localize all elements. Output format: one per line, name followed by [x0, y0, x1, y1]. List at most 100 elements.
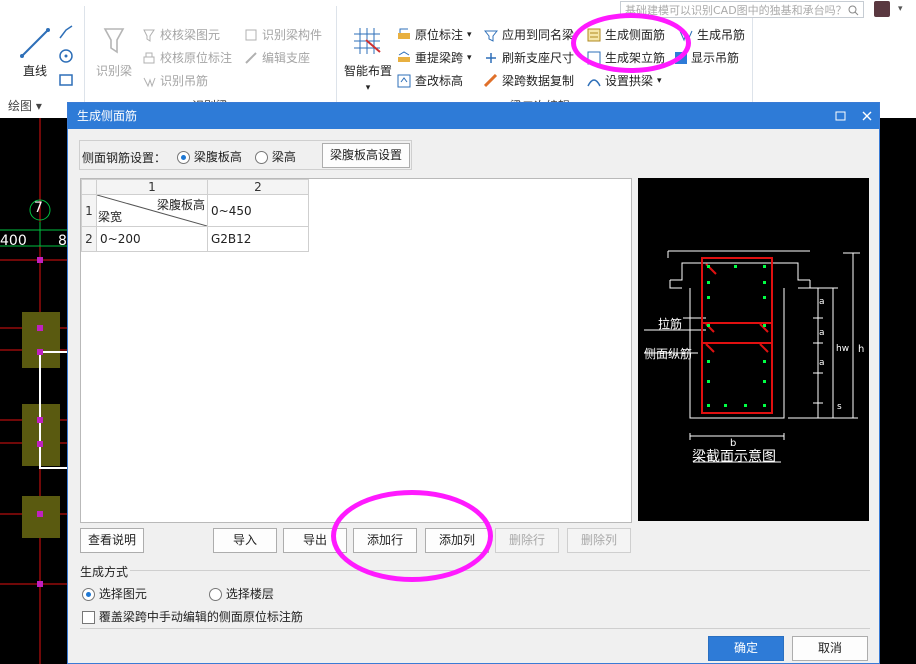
origin-annot-button[interactable]: 原位标注 ▾ — [397, 26, 472, 43]
apply-same-icon — [484, 28, 498, 42]
dim-a-label: a — [819, 297, 825, 307]
line-tool-button[interactable]: 直线 — [18, 62, 52, 79]
show-hanger-checkbox[interactable]: ✓ 显示吊筋 — [675, 49, 739, 66]
grid-cell[interactable]: 0~450 — [207, 194, 309, 227]
gen-mode-divider — [130, 570, 870, 571]
dim-h-label: h — [858, 344, 865, 355]
elevation-icon — [397, 74, 411, 88]
grid-row-header[interactable]: 2 — [81, 226, 97, 252]
side-rebar-setting-group: 侧面钢筋设置： 梁腹板高 梁高 梁腹板高设置 — [79, 140, 412, 170]
recognize-hanger[interactable]: 识别吊筋 — [142, 72, 208, 89]
dialog-titlebar[interactable]: 生成侧面筋 — [68, 103, 879, 129]
footer-divider — [80, 628, 870, 629]
export-button[interactable]: 导出 — [283, 528, 347, 553]
refresh-support-button[interactable]: 刷新支座尺寸 — [484, 49, 574, 66]
recognize-beam-button[interactable]: 识别梁 — [92, 62, 136, 79]
recognize-beam-component[interactable]: 识别梁构件 — [244, 26, 322, 43]
cancel-button[interactable]: 取消 — [792, 636, 868, 661]
avatar[interactable] — [874, 1, 890, 17]
radio-checked-icon — [177, 151, 190, 164]
smart-layout-button[interactable]: 智能布置 ▾ — [340, 62, 396, 93]
grid-corner — [81, 179, 97, 195]
dimension-label: 8 — [58, 233, 67, 249]
gen-side-rebar-dialog: 生成侧面筋 侧面钢筋设置： 梁腹板高 梁高 梁腹板高设置 1 2 1 梁腹板高 … — [67, 102, 880, 664]
axis-number: 7 — [34, 200, 43, 216]
delete-col-button[interactable]: 删除列 — [567, 528, 631, 553]
gen-erect-rebar-button[interactable]: 生成架立筋 — [587, 49, 665, 66]
gen-hanger-icon — [679, 28, 693, 42]
radio-select-floor[interactable]: 选择楼层 — [209, 585, 274, 602]
gen-hanger-button[interactable]: 生成吊筋 — [679, 26, 745, 43]
rect-icon[interactable] — [58, 72, 74, 91]
tie-bar-label: 拉筋 — [658, 317, 683, 331]
polyline-icon[interactable] — [58, 24, 74, 43]
grid-row-header[interactable]: 1 — [81, 194, 97, 227]
setting-label: 侧面钢筋设置： — [82, 151, 167, 165]
add-col-button[interactable]: 添加列 — [425, 528, 489, 553]
dim-hw-label: hw — [836, 344, 850, 354]
dim-a-label: a — [819, 328, 825, 338]
recognize-beam-icon[interactable] — [102, 26, 126, 59]
beam-section-preview: 拉筋 侧面纵筋 a a a hw h s b 梁截面示意图 — [638, 178, 869, 521]
check-annot-icon — [142, 51, 156, 65]
grid-diagonal-header: 梁腹板高 梁宽 — [96, 194, 208, 227]
maximize-button[interactable] — [830, 103, 852, 129]
dim-s-label: s — [837, 402, 842, 412]
line-tool-icon[interactable] — [18, 26, 52, 60]
dimension-label: 400 — [0, 233, 27, 249]
radio-unchecked-icon — [209, 588, 222, 601]
component-icon — [244, 28, 258, 42]
hanger-icon — [142, 74, 156, 88]
gen-side-rebar-button[interactable]: 生成侧面筋 — [587, 26, 665, 43]
rebar-grid[interactable]: 1 2 1 梁腹板高 梁宽 0~450 2 0~200 G2B12 — [80, 178, 632, 523]
checkbox-icon — [82, 611, 95, 624]
edit-elevation-button[interactable]: 查改标高 — [397, 72, 463, 89]
smart-layout-icon[interactable] — [352, 26, 382, 59]
delete-row-button[interactable]: 删除行 — [495, 528, 559, 553]
add-row-button[interactable]: 添加行 — [353, 528, 417, 553]
grid-cell[interactable]: G2B12 — [207, 226, 309, 252]
search-input[interactable]: 基础建模可以识别CAD图中的独基和承台吗？ — [620, 1, 864, 18]
check-beam-icon — [142, 28, 156, 42]
edit-support-icon — [244, 51, 258, 65]
check-origin-annot[interactable]: 校核原位标注 — [142, 49, 232, 66]
maximize-icon — [835, 111, 846, 121]
grid-col-header[interactable]: 2 — [207, 179, 309, 195]
check-beam-element[interactable]: 校核梁图元 — [142, 26, 220, 43]
span-copy-icon — [484, 73, 498, 88]
refresh-support-icon — [484, 51, 498, 65]
ok-button[interactable]: 确定 — [708, 636, 784, 661]
dim-a-label: a — [819, 358, 825, 368]
import-button[interactable]: 导入 — [213, 528, 277, 553]
side-bar-label: 侧面纵筋 — [644, 347, 693, 361]
draw-group-label[interactable]: 绘图 ▾ — [8, 97, 42, 114]
grid-col-header[interactable]: 1 — [96, 179, 208, 195]
radio-checked-icon — [82, 588, 95, 601]
span-copy-button[interactable]: 梁跨数据复制 — [484, 72, 574, 89]
radio-web-height[interactable]: 梁腹板高 — [177, 148, 242, 165]
close-button[interactable] — [856, 103, 878, 129]
edit-support[interactable]: 编辑支座 — [244, 49, 310, 66]
radio-unchecked-icon — [255, 151, 268, 164]
erect-rebar-icon — [587, 51, 601, 65]
side-rebar-icon — [587, 28, 601, 42]
re-span-button[interactable]: 重提梁跨 ▾ — [397, 49, 472, 66]
circle-icon[interactable] — [58, 48, 74, 67]
radio-select-element[interactable]: 选择图元 — [82, 585, 147, 602]
grid-cell[interactable]: 0~200 — [96, 226, 208, 252]
origin-annot-icon — [397, 28, 411, 42]
arch-beam-icon — [587, 74, 601, 88]
chevron-down-icon[interactable]: ▾ — [898, 4, 903, 14]
preview-caption: 梁截面示意图 — [692, 449, 776, 465]
view-help-button[interactable]: 查看说明 — [80, 528, 144, 553]
radio-beam-height[interactable]: 梁高 — [255, 148, 296, 165]
checked-icon: ✓ — [675, 51, 687, 64]
re-span-icon — [397, 50, 411, 65]
dialog-title: 生成侧面筋 — [77, 109, 138, 123]
search-icon[interactable] — [848, 4, 859, 17]
close-icon — [862, 111, 872, 121]
overwrite-checkbox[interactable]: 覆盖梁跨中手动编辑的侧面原位标注筋 — [82, 608, 303, 625]
apply-same-name-button[interactable]: 应用到同名梁 — [484, 26, 574, 43]
web-height-setting-button[interactable]: 梁腹板高设置 — [322, 143, 410, 168]
set-arch-beam-button[interactable]: 设置拱梁 ▾ — [587, 72, 662, 89]
